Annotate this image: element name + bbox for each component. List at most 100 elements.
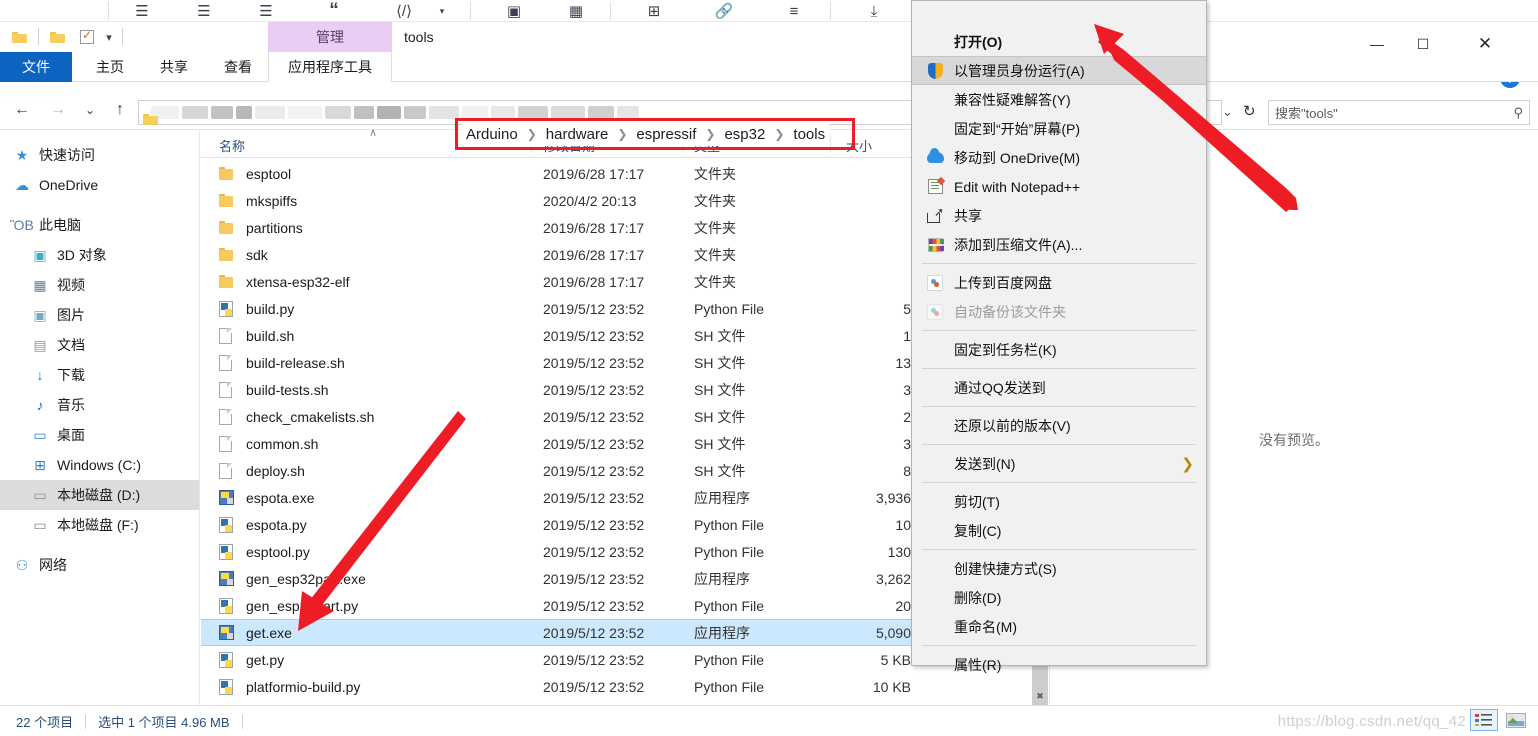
- bullet-list-icon[interactable]: ☰: [128, 0, 156, 22]
- address-dropdown-icon[interactable]: ⌄: [1222, 104, 1233, 120]
- file-date-cell: 2019/5/12 23:52: [543, 381, 645, 398]
- details-view-icon[interactable]: [1470, 709, 1498, 731]
- properties-folder-icon[interactable]: [48, 28, 66, 46]
- context-menu-item-3[interactable]: 固定到“开始”屏幕(P): [912, 114, 1206, 143]
- sidebar-item-9[interactable]: ▭ 桌面: [0, 420, 199, 450]
- numbered-list-icon[interactable]: ☰: [190, 0, 218, 22]
- context-menu-item-16[interactable]: 还原以前的版本(V): [912, 411, 1206, 440]
- doc-file-icon: [219, 327, 237, 344]
- file-date-cell: 2019/5/12 23:52: [543, 678, 645, 695]
- tab-app-tools[interactable]: 应用程序工具: [268, 52, 392, 82]
- context-menu-item-6[interactable]: 共享: [912, 201, 1206, 230]
- outline-icon[interactable]: ≡: [780, 0, 808, 22]
- folder-icon[interactable]: [10, 28, 28, 46]
- image-icon[interactable]: ▣: [500, 0, 528, 22]
- context-menu-item-2[interactable]: 兼容性疑难解答(Y): [912, 85, 1206, 114]
- music-icon: ♪: [36, 397, 44, 413]
- nav-group-gap: [0, 200, 199, 210]
- sidebar-item-13[interactable]: ⚇ 网络: [0, 550, 199, 580]
- context-menu-item-9[interactable]: 上传到百度网盘: [912, 268, 1206, 297]
- doc-glyph: [219, 435, 232, 452]
- scroll-down-icon[interactable]: ✖: [1032, 687, 1048, 705]
- link-icon[interactable]: 🔗: [710, 0, 738, 22]
- context-menu-item-5[interactable]: Edit with Notepad++: [912, 172, 1206, 201]
- baidu-icon: [926, 274, 944, 292]
- sidebar-item-2[interactable]: ὋB 此电脑: [0, 210, 199, 240]
- winrar-icon: [926, 236, 944, 254]
- file-date-cell: 2019/6/28 17:17: [543, 246, 645, 263]
- sidebar-item-10[interactable]: ⊞ Windows (C:): [0, 450, 199, 480]
- thumbnail-view-glyph: [1506, 712, 1526, 728]
- table-icon[interactable]: ⊞: [640, 0, 668, 22]
- back-button[interactable]: ←: [10, 98, 34, 122]
- sidebar-item-6[interactable]: ▤ 文档: [0, 330, 199, 360]
- sidebar-item-11[interactable]: ▭ 本地磁盘 (D:): [0, 480, 199, 510]
- recent-locations-button[interactable]: ⌄: [78, 98, 102, 122]
- context-menu-item-10[interactable]: 自动备份该文件夹: [912, 297, 1206, 326]
- doc-glyph: [219, 354, 232, 371]
- sidebar-item-0[interactable]: ★ 快速访问: [0, 140, 199, 170]
- cloud-icon: ☁: [15, 176, 29, 193]
- tab-view[interactable]: 查看: [208, 52, 268, 82]
- context-menu-item-14[interactable]: 通过QQ发送到: [912, 373, 1206, 402]
- sidebar-item-label: 网络: [39, 557, 67, 573]
- exe-glyph: [219, 571, 234, 586]
- qat-separator: [122, 28, 123, 45]
- context-menu-item-label: 移动到 OneDrive(M): [954, 149, 1081, 166]
- file-type-cell: 文件夹: [694, 219, 736, 236]
- file-name-text: sdk: [246, 246, 268, 263]
- sidebar-item-3[interactable]: ▣ 3D 对象: [0, 240, 199, 270]
- address-blur-segment: [325, 106, 351, 119]
- context-menu-item-21[interactable]: 复制(C): [912, 516, 1206, 545]
- sidebar-item-4[interactable]: ▦ 视频: [0, 270, 199, 300]
- file-name-cell: common.sh: [219, 435, 318, 452]
- tab-file[interactable]: 文件: [0, 52, 72, 82]
- sidebar-item-label: 文档: [57, 337, 85, 353]
- context-menu-item-24[interactable]: 删除(D): [912, 583, 1206, 612]
- context-menu-separator: [922, 482, 1196, 483]
- tab-share[interactable]: 共享: [144, 52, 204, 82]
- context-menu-item-0[interactable]: 打开(O): [912, 27, 1206, 56]
- sidebar-item-1[interactable]: ☁ OneDrive: [0, 170, 199, 200]
- context-menu-item-7[interactable]: 添加到压缩文件(A)...: [912, 230, 1206, 259]
- task-list-icon[interactable]: ☰: [252, 0, 280, 22]
- sidebar-item-12[interactable]: ▭ 本地磁盘 (F:): [0, 510, 199, 540]
- context-menu-item-18[interactable]: 发送到(N) ❯: [912, 449, 1206, 478]
- context-menu-item-23[interactable]: 创建快捷方式(S): [912, 554, 1206, 583]
- forward-button[interactable]: →: [46, 98, 70, 122]
- py-file-icon: [219, 300, 237, 317]
- refresh-button[interactable]: ↻: [1243, 102, 1256, 120]
- breadcrumb-item-arduino[interactable]: Arduino: [466, 126, 518, 143]
- sidebar-item-7[interactable]: ↓ 下载: [0, 360, 199, 390]
- context-menu-item-1[interactable]: 以管理员身份运行(A): [912, 56, 1206, 85]
- breadcrumb-item-esp32[interactable]: esp32: [724, 126, 765, 143]
- qat-separator: [38, 28, 39, 45]
- checkbox-icon[interactable]: [78, 28, 96, 46]
- breadcrumb-item-espressif[interactable]: espressif: [636, 126, 696, 143]
- video-icon[interactable]: ▦: [562, 0, 590, 22]
- context-menu-item-4[interactable]: 移动到 OneDrive(M): [912, 143, 1206, 172]
- context-menu-item-20[interactable]: 剪切(T): [912, 487, 1206, 516]
- context-menu-item-25[interactable]: 重命名(M): [912, 612, 1206, 641]
- up-button[interactable]: ↑: [108, 98, 132, 122]
- sidebar-item-5[interactable]: ▣ 图片: [0, 300, 199, 330]
- column-header-name[interactable]: 名称: [219, 136, 245, 155]
- file-type-cell: SH 文件: [694, 435, 746, 452]
- qat-dropdown-icon[interactable]: ▾: [100, 28, 118, 46]
- watermark-text: https://blog.csdn.net/qq_42: [1277, 713, 1466, 730]
- thumbnail-view-icon[interactable]: [1502, 709, 1530, 731]
- code-icon[interactable]: ⟨/⟩: [390, 0, 418, 22]
- tab-home[interactable]: 主页: [80, 52, 140, 82]
- context-menu-item-12[interactable]: 固定到任务栏(K): [912, 335, 1206, 364]
- breadcrumb-item-tools[interactable]: tools: [793, 126, 825, 143]
- file-name-text: espota.exe: [246, 489, 315, 506]
- documents-icon: ▤: [33, 336, 47, 353]
- search-input[interactable]: 搜索"tools" ⚲: [1268, 100, 1530, 125]
- breadcrumb[interactable]: Arduino ❯ hardware ❯ espressif ❯ esp32 ❯ tools: [462, 122, 830, 146]
- import-icon[interactable]: ⤓: [860, 0, 888, 22]
- breadcrumb-item-hardware[interactable]: hardware: [546, 126, 609, 143]
- context-menu-item-27[interactable]: 属性(R): [912, 650, 1206, 679]
- quote-icon[interactable]: “: [320, 0, 348, 22]
- sidebar-item-8[interactable]: ♪ 音乐: [0, 390, 199, 420]
- code-dropdown-icon[interactable]: ▾: [428, 0, 456, 22]
